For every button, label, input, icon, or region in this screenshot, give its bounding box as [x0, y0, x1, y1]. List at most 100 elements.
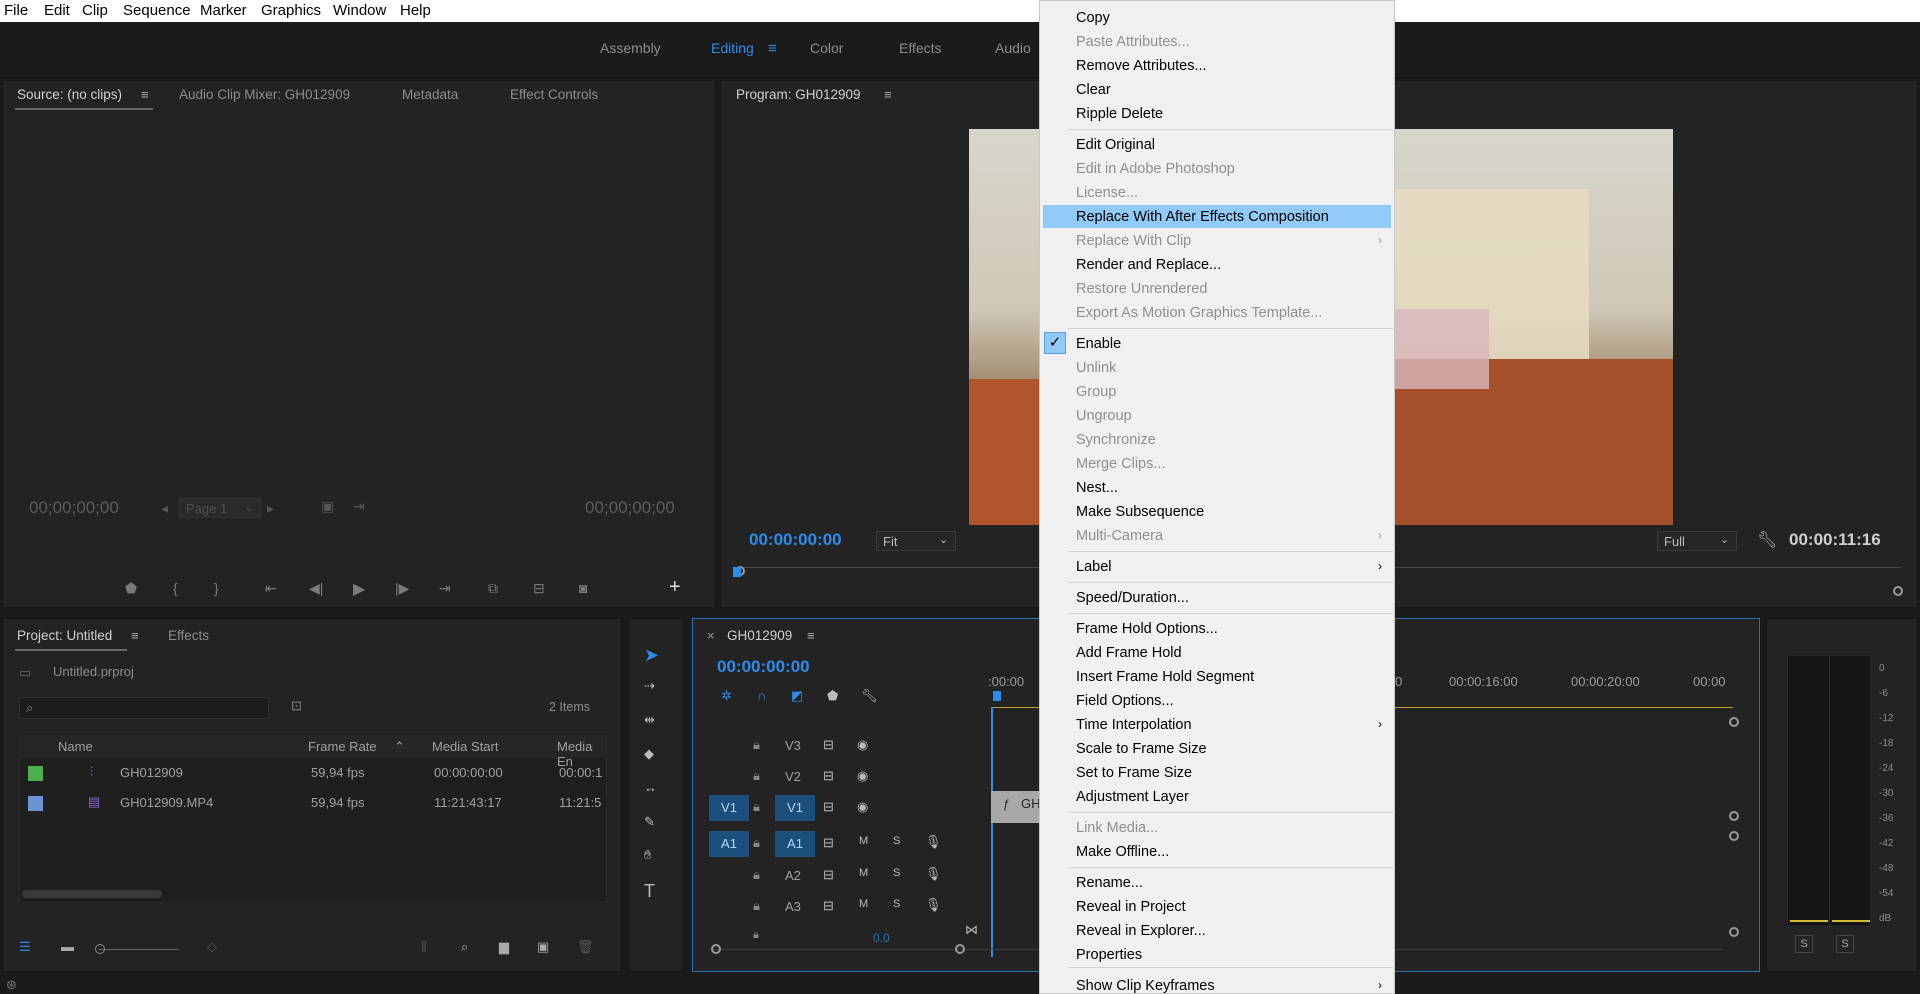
source-patch-a1[interactable]: A1	[709, 831, 749, 857]
column-frame-rate[interactable]: Frame Rate	[308, 739, 377, 754]
zoom-slider[interactable]	[99, 949, 179, 950]
menu-file[interactable]: File	[4, 2, 28, 19]
type-tool-icon[interactable]: T	[644, 881, 655, 902]
menu-marker[interactable]: Marker	[200, 2, 247, 19]
context-menu-item[interactable]: Remove Attributes...	[1076, 54, 1207, 78]
context-menu-item[interactable]: Edit Original	[1076, 133, 1155, 157]
scroll-handle[interactable]	[1729, 831, 1739, 841]
context-menu-item[interactable]: Rename...	[1076, 871, 1143, 895]
find-icon[interactable]: ⊡	[291, 698, 302, 714]
solo-button[interactable]: S	[1836, 935, 1854, 953]
eye-icon[interactable]: ◉	[857, 737, 868, 753]
toggle-sync-lock-icon[interactable]: ⊟	[823, 835, 834, 851]
eye-icon[interactable]: ◉	[857, 768, 868, 784]
trash-icon[interactable]: 🗑︎	[577, 939, 594, 955]
scroll-handle[interactable]	[1729, 717, 1739, 727]
creative-cloud-icon[interactable]: ⊛	[6, 977, 17, 993]
tab-audio-clip-mixer[interactable]: Audio Clip Mixer: GH012909	[179, 87, 350, 102]
menu-sequence[interactable]: Sequence	[123, 2, 191, 19]
close-icon[interactable]: ×	[707, 628, 715, 643]
tab-project[interactable]: Project: Untitled	[17, 628, 112, 643]
list-view-icon[interactable]: ☰	[19, 939, 31, 955]
lock-icon[interactable]: 🔒︎	[753, 835, 760, 851]
context-menu-item[interactable]: Insert Frame Hold Segment	[1076, 665, 1254, 689]
menu-icon[interactable]: ≡	[131, 628, 139, 643]
column-media-start[interactable]: Media Start	[432, 739, 498, 754]
toggle-sync-lock-icon[interactable]: ⊟	[823, 737, 834, 753]
play-icon[interactable]: ▶	[353, 579, 365, 599]
toggle-sync-lock-icon[interactable]: ⊟	[823, 898, 834, 914]
microphone-icon[interactable]: 🎙︎	[925, 834, 942, 850]
context-menu-item[interactable]: Properties	[1076, 943, 1142, 967]
new-bin-icon[interactable]: ▆	[499, 939, 509, 955]
tab-effects[interactable]: Effects	[168, 628, 209, 643]
solo-button[interactable]: S	[893, 835, 900, 847]
track-target-a1[interactable]: A1	[775, 831, 815, 857]
lock-icon[interactable]: 🔒︎	[753, 929, 759, 942]
label-color-swatch[interactable]	[28, 796, 43, 811]
menu-clip[interactable]: Clip	[82, 2, 108, 19]
caret-right-icon[interactable]: ▸	[267, 500, 274, 517]
timeline-timecode[interactable]: 00:00:00:00	[717, 657, 810, 677]
menu-window[interactable]: Window	[333, 2, 386, 19]
menu-help[interactable]: Help	[400, 2, 431, 19]
context-menu-item[interactable]: Make Offline...	[1076, 840, 1169, 864]
tab-source[interactable]: Source: (no clips)	[17, 87, 122, 102]
mute-button[interactable]: M	[859, 867, 868, 879]
selection-tool-icon[interactable]: ➤	[644, 645, 659, 666]
find-icon[interactable]: ⌕	[461, 939, 468, 955]
label-color-swatch[interactable]	[28, 766, 43, 781]
context-menu-item[interactable]: Adjustment Layer	[1076, 785, 1189, 809]
menu-icon[interactable]: ≡	[141, 87, 149, 102]
program-title[interactable]: Program: GH012909	[736, 87, 861, 102]
solo-button[interactable]: S	[893, 898, 900, 910]
step-forward-icon[interactable]: |▶	[395, 580, 409, 597]
context-menu-item[interactable]: Scale to Frame Size	[1076, 737, 1207, 761]
context-menu-item[interactable]: Speed/Duration...	[1076, 586, 1189, 610]
workspace-color[interactable]: Color	[810, 40, 843, 56]
sequence-tab[interactable]: GH012909	[727, 628, 792, 643]
playhead[interactable]	[733, 567, 741, 577]
context-menu-item[interactable]: Frame Hold Options...	[1076, 617, 1218, 641]
lock-icon[interactable]: 🔒︎	[753, 867, 760, 883]
export-frame-icon[interactable]: ▣	[321, 498, 334, 515]
new-item-icon[interactable]: ▣	[537, 939, 549, 955]
context-menu-item[interactable]: Enable	[1076, 332, 1121, 356]
marker-icon[interactable]: ⬟	[125, 580, 137, 597]
context-menu-item[interactable]: Reveal in Explorer...	[1076, 919, 1206, 943]
linked-selection-icon[interactable]: ◩	[791, 688, 803, 704]
add-button-icon[interactable]: +	[669, 576, 681, 599]
razor-tool-icon[interactable]: ◆	[644, 746, 654, 762]
page-select[interactable]: Page 1 ⌄	[179, 498, 261, 518]
automate-icon[interactable]: ⫼	[421, 939, 427, 955]
toggle-sync-lock-icon[interactable]: ⊟	[823, 768, 834, 784]
lock-icon[interactable]: 🔒︎	[753, 737, 760, 753]
context-menu-item[interactable]: Reveal in Project	[1076, 895, 1186, 919]
menu-graphics[interactable]: Graphics	[261, 2, 321, 19]
magnet-icon[interactable]: ∩	[757, 688, 766, 703]
context-menu-item[interactable]: Add Frame Hold	[1076, 641, 1182, 665]
workspace-audio[interactable]: Audio	[995, 40, 1031, 56]
quality-select[interactable]: Full ⌄	[1657, 531, 1737, 551]
pen-tool-icon[interactable]: ✎	[644, 814, 655, 830]
table-row[interactable]: ⫶ GH012909 59,94 fps 00:00:00:00 00:00:1	[20, 759, 606, 787]
search-input[interactable]: ⌕	[19, 697, 269, 719]
source-timecode-left[interactable]: 00;00;00;00	[29, 498, 119, 518]
context-menu-item[interactable]: Clear	[1076, 78, 1111, 102]
scroll-handle[interactable]	[1729, 811, 1739, 821]
zoom-handle-left[interactable]	[711, 944, 721, 954]
table-row[interactable]: ▤ GH012909.MP4 59,94 fps 11:21:43:17 11:…	[20, 789, 606, 817]
wrench-icon[interactable]: 🔧︎	[1757, 530, 1777, 550]
caret-left-icon[interactable]: ◂	[161, 500, 168, 517]
sort-icon[interactable]: ◇	[207, 939, 217, 955]
fit-select[interactable]: Fit ⌄	[876, 531, 956, 551]
context-menu-item[interactable]: Replace With After Effects Composition	[1076, 205, 1329, 229]
menu-icon[interactable]: ≡	[768, 40, 777, 57]
solo-button[interactable]: S	[1795, 935, 1813, 953]
step-back-icon[interactable]: ◀|	[309, 580, 323, 597]
horizontal-scrollbar[interactable]	[22, 890, 162, 898]
insert-icon[interactable]: ⧉	[488, 580, 498, 597]
add-marker-icon[interactable]: ⬟	[827, 688, 838, 704]
go-to-end-icon[interactable]: ⋈	[965, 922, 978, 938]
mute-button[interactable]: M	[859, 898, 868, 910]
